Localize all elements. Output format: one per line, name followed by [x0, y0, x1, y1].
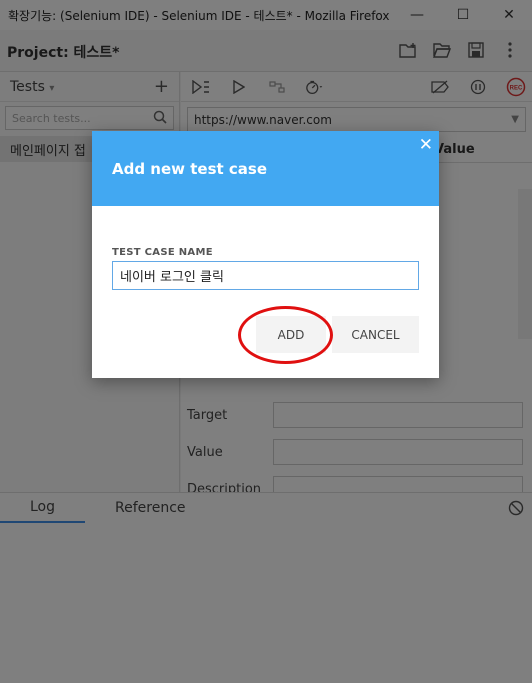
test-case-name-input[interactable]: 네이버 로그인 클릭 — [112, 261, 419, 290]
dialog-header: Add new test case ✕ — [92, 131, 439, 206]
dialog-title: Add new test case — [112, 160, 268, 178]
test-case-name-label: TEST CASE NAME — [112, 247, 213, 258]
close-icon[interactable]: ✕ — [419, 135, 433, 155]
annotation-circle — [238, 306, 333, 364]
cancel-button[interactable]: CANCEL — [332, 316, 419, 353]
